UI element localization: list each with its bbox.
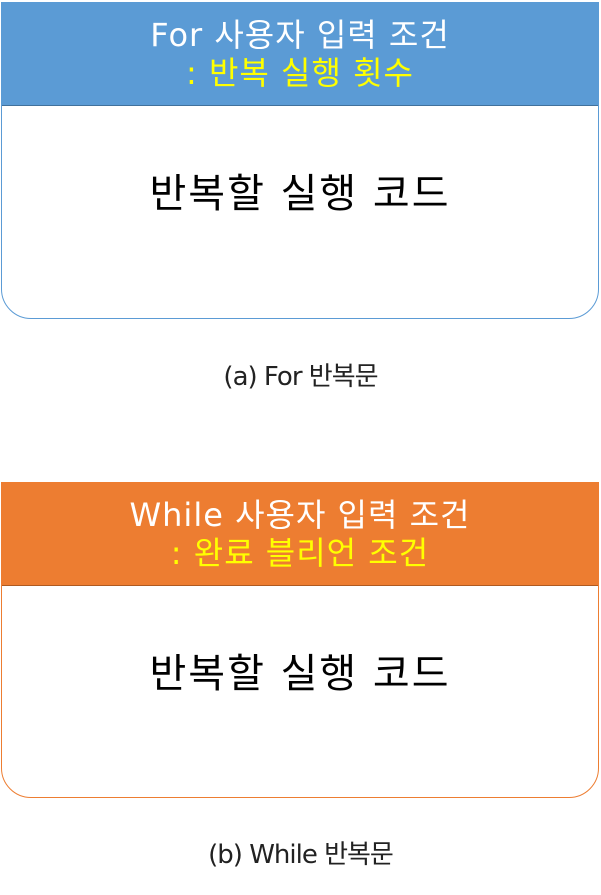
while-loop-header-condition: : 완료 블리언 조건 [170, 534, 430, 572]
while-loop-block: While 사용자 입력 조건 : 완료 블리언 조건 반복할 실행 코드 [1, 482, 599, 798]
while-loop-caption: (b) While 반복문 [208, 840, 394, 870]
for-loop-header: For 사용자 입력 조건 : 반복 실행 횟수 [2, 3, 598, 106]
while-loop-header: While 사용자 입력 조건 : 완료 블리언 조건 [2, 483, 598, 586]
while-loop-body-code: 반복할 실행 코드 [149, 651, 451, 697]
for-loop-caption: (a) For 반복문 [223, 362, 378, 392]
for-loop-header-condition: : 반복 실행 횟수 [186, 54, 414, 92]
for-loop-header-title: For 사용자 입력 조건 [150, 16, 450, 54]
for-loop-body-code: 반복할 실행 코드 [149, 171, 451, 217]
while-loop-header-title: While 사용자 입력 조건 [129, 496, 471, 534]
for-loop-block: For 사용자 입력 조건 : 반복 실행 횟수 반복할 실행 코드 [1, 2, 599, 319]
